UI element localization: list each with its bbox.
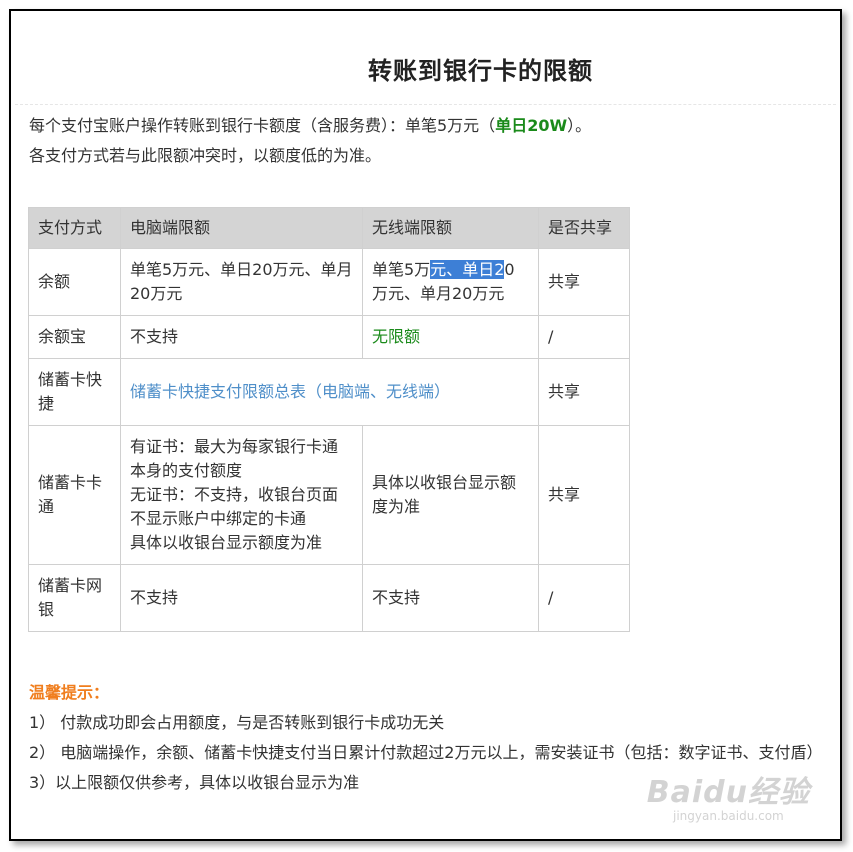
row-pc-limit: 单笔5万元、单日20万元、单月20万元	[120, 248, 363, 316]
intro-line-1-suffix: ）。	[567, 116, 592, 135]
mobile-limit-text-a: 单笔5万	[372, 260, 431, 279]
pc-limit-line-1: 有证书：最大为每家银行卡通本身的支付额度	[130, 437, 339, 480]
row-mobile-limit: 无限额	[362, 315, 539, 359]
table-row: 余额 单笔5万元、单日20万元、单月20万元 单笔5万元、单日20万元、单月20…	[28, 248, 630, 316]
row-method: 余额宝	[28, 315, 121, 359]
row-mobile-limit[interactable]: 单笔5万元、单日20万元、单月20万元	[362, 248, 539, 316]
row-shared: /	[538, 315, 630, 359]
intro-line-2: 各支付方式若与此限额冲突时，以额度低的为准。	[29, 146, 382, 165]
table-row: 储蓄卡卡通 有证书：最大为每家银行卡通本身的支付额度 无证书：不支持，收银台页面…	[28, 425, 630, 565]
table-row: 余额宝 不支持 无限额 /	[28, 315, 630, 359]
baidu-watermark: Baidu经验 jingyan.baidu.com	[647, 767, 810, 823]
pc-limit-line-3: 具体以收银台显示额度为准	[130, 533, 323, 552]
row-shared: 共享	[538, 425, 630, 565]
row-mobile-limit: 具体以收银台显示额度为准	[362, 425, 539, 565]
text-selection[interactable]: 元、单日2	[430, 260, 505, 279]
header-mobile-limit: 无线端限额	[362, 207, 539, 249]
article-frame: 转账到银行卡的限额 每个支付宝账户操作转账到银行卡额度（含服务费）：单笔5万元（…	[9, 9, 842, 841]
pc-limit-line-2: 无证书：不支持，收银台页面不显示账户中绑定的卡通	[130, 485, 339, 528]
row-pc-limit: 不支持	[120, 315, 363, 359]
tip-item: 2） 电脑端操作，余额、储蓄卡快捷支付当日累计付款超过2万元以上，需安装证书（包…	[29, 743, 823, 762]
watermark-logo: Baidu经验	[646, 775, 810, 810]
tips-title: 温馨提示：	[29, 683, 110, 702]
header-method: 支付方式	[28, 207, 121, 249]
header-shared: 是否共享	[538, 207, 630, 249]
quick-pay-limit-link[interactable]: 储蓄卡快捷支付限额总表（电脑端、无线端）	[130, 382, 450, 401]
row-method: 储蓄卡卡通	[28, 425, 121, 565]
row-shared: 共享	[538, 248, 630, 316]
row-pc-limit: 不支持	[120, 564, 363, 632]
row-method: 余额	[28, 248, 121, 316]
intro-text: 每个支付宝账户操作转账到银行卡额度（含服务费）：单笔5万元（单日20W）。 各支…	[29, 111, 591, 171]
row-shared: /	[538, 564, 630, 632]
row-pc-limit: 有证书：最大为每家银行卡通本身的支付额度 无证书：不支持，收银台页面不显示账户中…	[120, 425, 363, 565]
watermark-url: jingyan.baidu.com	[673, 809, 784, 823]
row-shared: 共享	[538, 358, 630, 426]
row-method: 储蓄卡网银	[28, 564, 121, 632]
title-divider	[15, 104, 836, 105]
row-mobile-limit: 不支持	[362, 564, 539, 632]
table-header-row: 支付方式 电脑端限额 无线端限额 是否共享	[28, 207, 630, 249]
row-method: 储蓄卡快捷	[28, 358, 121, 426]
header-pc-limit: 电脑端限额	[120, 207, 363, 249]
tip-item: 1） 付款成功即会占用额度，与是否转账到银行卡成功无关	[29, 713, 445, 732]
table-row: 储蓄卡网银 不支持 不支持 /	[28, 564, 630, 632]
row-merged-limit: 储蓄卡快捷支付限额总表（电脑端、无线端）	[120, 358, 539, 426]
limits-table: 支付方式 电脑端限额 无线端限额 是否共享 余额 单笔5万元、单日20万元、单月…	[28, 207, 630, 632]
intro-line-1: 每个支付宝账户操作转账到银行卡额度（含服务费）：单笔5万元（单日20W）。	[29, 111, 591, 141]
page-title: 转账到银行卡的限额	[368, 56, 593, 85]
table-row: 储蓄卡快捷 储蓄卡快捷支付限额总表（电脑端、无线端） 共享	[28, 358, 630, 426]
intro-line-1-prefix: 每个支付宝账户操作转账到银行卡额度（含服务费）：单笔5万元（	[29, 116, 496, 135]
daily-limit-highlight: 单日20W	[495, 116, 568, 135]
